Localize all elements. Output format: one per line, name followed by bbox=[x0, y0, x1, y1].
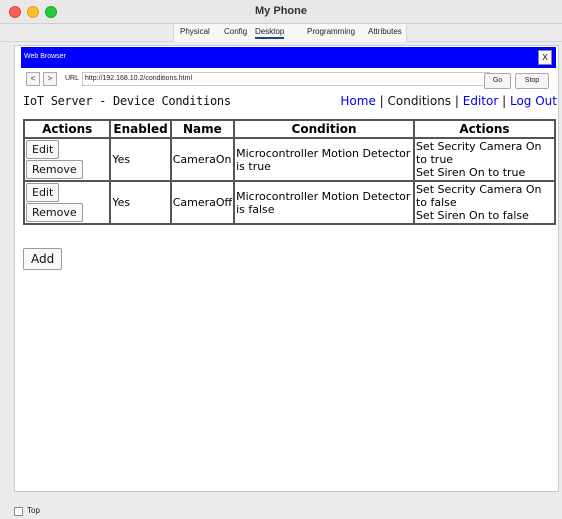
browser-title: Web Browser bbox=[24, 53, 66, 60]
enabled-cell: Yes bbox=[110, 138, 171, 181]
nav-home-link[interactable]: Home bbox=[340, 94, 375, 108]
nav-logout-link[interactable]: Log Out bbox=[510, 94, 557, 108]
actions-cell: Set Secrity Camera On to false Set Siren… bbox=[413, 181, 555, 224]
url-label: URL bbox=[65, 75, 80, 82]
page-title: IoT Server - Device Conditions bbox=[23, 94, 231, 108]
column-header-name: Name bbox=[170, 120, 235, 138]
column-header-condition: Condition bbox=[234, 120, 414, 138]
browser-navbar: < > URL http://192.168.10.2/conditions.h… bbox=[21, 72, 556, 90]
bottom-bar bbox=[0, 497, 562, 519]
stop-button[interactable]: Stop bbox=[515, 73, 549, 89]
browser-close-button[interactable]: X bbox=[538, 50, 552, 65]
actions-cell: Set Secrity Camera On to true Set Siren … bbox=[413, 138, 555, 181]
window-titlebar: My Phone bbox=[0, 0, 562, 24]
tab-physical[interactable]: Physical bbox=[180, 27, 210, 36]
tab-group: Physical Config Desktop Programming Attr… bbox=[173, 24, 407, 42]
tab-programming[interactable]: Programming bbox=[307, 27, 355, 36]
back-button[interactable]: < bbox=[26, 72, 40, 86]
web-page: IoT Server - Device Conditions Home | Co… bbox=[21, 92, 557, 492]
action-line: Set Siren On to true bbox=[415, 166, 526, 179]
go-button[interactable]: Go bbox=[484, 73, 511, 89]
action-line: Set Siren On to false bbox=[415, 209, 529, 222]
browser-titlebar: Web Browser X bbox=[21, 47, 556, 68]
condition-cell: Microcontroller Motion Detector is false bbox=[234, 181, 414, 224]
nav-conditions-current: Conditions bbox=[387, 94, 452, 108]
forward-button[interactable]: > bbox=[43, 72, 57, 86]
table-header-row: Actions Enabled Name Condition Actions bbox=[24, 120, 555, 138]
window-title: My Phone bbox=[255, 5, 307, 17]
add-condition-button[interactable]: Add bbox=[23, 248, 63, 270]
column-header-actions: Actions bbox=[24, 120, 111, 138]
edit-button[interactable]: Edit bbox=[26, 140, 60, 159]
tab-attributes[interactable]: Attributes bbox=[368, 27, 402, 36]
tab-desktop[interactable]: Desktop bbox=[255, 27, 285, 39]
enabled-cell: Yes bbox=[110, 181, 171, 224]
remove-button[interactable]: Remove bbox=[26, 203, 83, 222]
name-cell: CameraOn bbox=[170, 138, 235, 181]
column-header-enabled: Enabled bbox=[110, 120, 171, 138]
table-row: Edit Remove Yes CameraOn Microcontroller… bbox=[24, 138, 555, 181]
edit-button[interactable]: Edit bbox=[26, 183, 60, 202]
action-line: Set Secrity Camera On to true bbox=[415, 140, 542, 166]
top-checkbox-label: Top bbox=[27, 506, 40, 515]
nav-separator: | bbox=[379, 94, 384, 108]
nav-editor-link[interactable]: Editor bbox=[463, 94, 499, 108]
column-header-actions-result: Actions bbox=[413, 120, 555, 138]
nav-separator: | bbox=[502, 94, 507, 108]
row-action-cell: Edit Remove bbox=[24, 181, 111, 224]
remove-button[interactable]: Remove bbox=[26, 160, 83, 179]
url-input[interactable]: http://192.168.10.2/conditions.html bbox=[82, 72, 490, 86]
tab-strip: Physical Config Desktop Programming Attr… bbox=[0, 24, 562, 42]
nav-separator: | bbox=[454, 94, 459, 108]
name-cell: CameraOff bbox=[170, 181, 235, 224]
row-action-cell: Edit Remove bbox=[24, 138, 111, 181]
action-line: Set Secrity Camera On to false bbox=[415, 183, 542, 209]
condition-cell: Microcontroller Motion Detector is true bbox=[234, 138, 414, 181]
table-row: Edit Remove Yes CameraOff Microcontrolle… bbox=[24, 181, 555, 224]
conditions-table: Actions Enabled Name Condition Actions E… bbox=[23, 119, 556, 225]
top-checkbox[interactable] bbox=[14, 507, 23, 516]
top-navigation: Home | Conditions | Editor | Log Out bbox=[340, 94, 557, 108]
tab-config[interactable]: Config bbox=[224, 27, 247, 36]
